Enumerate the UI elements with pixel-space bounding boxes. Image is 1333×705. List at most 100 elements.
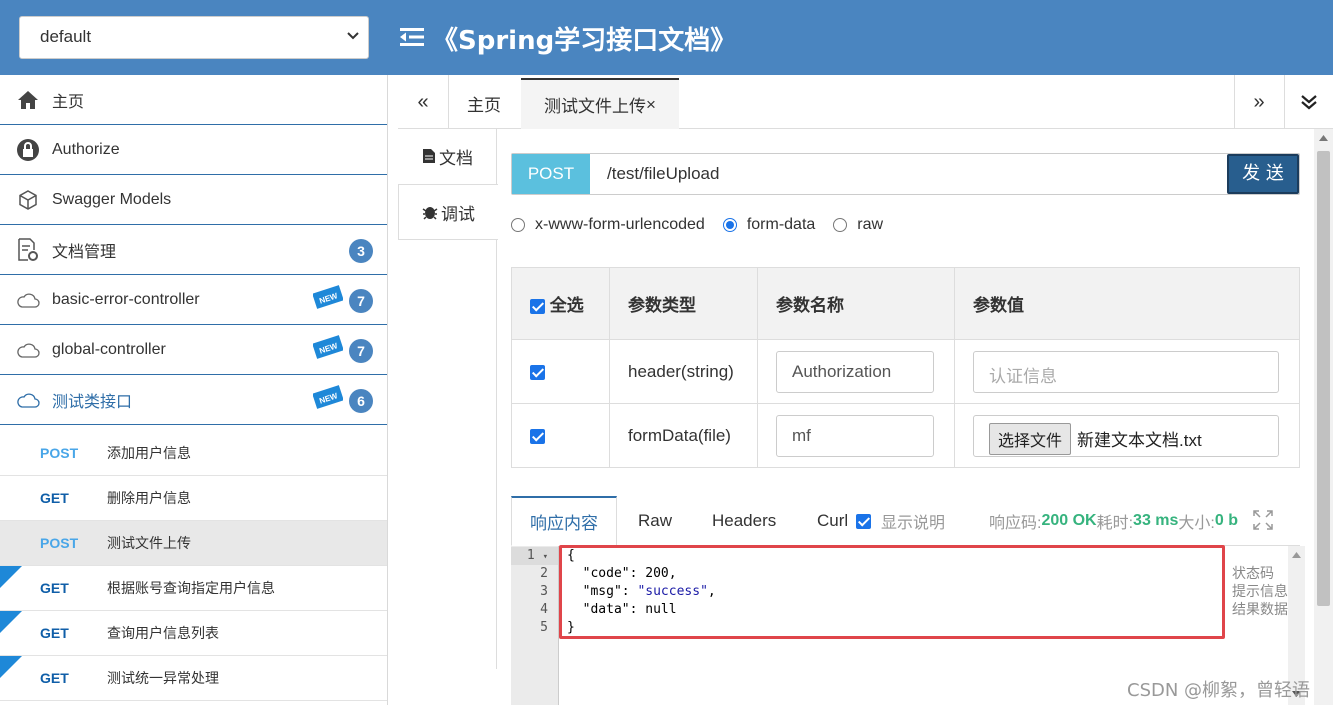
col-select-all[interactable]: 全选	[511, 267, 610, 340]
api-item-file-upload[interactable]: POST 测试文件上传	[0, 521, 387, 566]
line-number: 2	[540, 566, 548, 581]
api-item-user-list[interactable]: GET 查询用户信息列表	[0, 611, 387, 656]
content-type-radios: x-www-form-urlencoded form-data raw	[511, 216, 901, 234]
api-item-query-user[interactable]: GET 根据账号查询指定用户信息	[0, 566, 387, 611]
tab-more-button[interactable]	[1284, 75, 1333, 129]
radio-label: form-data	[746, 216, 816, 233]
sidebar-item-doc-manage[interactable]: 文档管理 3	[0, 225, 387, 275]
sidebar-item-global-controller[interactable]: global-controller NEW 7	[0, 325, 387, 375]
param-type: formData(file)	[609, 403, 758, 468]
cube-icon	[16, 188, 40, 212]
tab-raw[interactable]: Raw	[638, 496, 672, 546]
table-row: formData(file) mf 选择文件 新建文本文档.txt	[511, 403, 1300, 468]
column-header: 参数值	[954, 267, 1300, 340]
sidebar-item-home[interactable]: 主页	[0, 75, 387, 125]
watermark: CSDN @柳絮，曾轻语	[1127, 680, 1311, 701]
file-name: 新建文本文档.txt	[1077, 430, 1202, 450]
tab-close-button[interactable]: ×	[646, 95, 656, 115]
line-number: 3	[540, 584, 548, 599]
sidebar-item-authorize[interactable]: Authorize	[0, 125, 387, 175]
page-scrollbar[interactable]	[1314, 129, 1333, 705]
radio-dot[interactable]	[722, 218, 737, 232]
sidebar-item-swagger-models[interactable]: Swagger Models	[0, 175, 387, 225]
scroll-thumb[interactable]	[1317, 151, 1330, 606]
radio-raw[interactable]: raw	[833, 216, 883, 234]
doc-debug-tabs: 文档 调试	[398, 129, 498, 669]
field-notes: 状态码 提示信息 结果数据	[1232, 564, 1288, 618]
tab-bar: « 主页 测试文件上传 × »	[398, 75, 1333, 129]
param-name-input[interactable]: Authorization	[776, 350, 934, 393]
sidebar-item-label: 文档管理	[52, 243, 117, 261]
new-corner-icon	[0, 656, 22, 678]
api-method: POST	[40, 445, 79, 461]
api-item-exception-test[interactable]: GET 测试统一异常处理	[0, 656, 387, 701]
sidebar-item-label: global-controller	[52, 340, 166, 358]
group-select[interactable]: default	[19, 16, 369, 59]
choose-file-button[interactable]: 选择文件	[989, 422, 1072, 455]
radio-form-data[interactable]: form-data	[722, 216, 816, 234]
line-number: 1 ▾	[511, 547, 558, 565]
api-item-add-user[interactable]: POST 添加用户信息	[0, 431, 387, 476]
api-method: GET	[40, 670, 69, 686]
tab-home[interactable]: 主页	[454, 78, 514, 129]
api-method: POST	[40, 535, 79, 551]
row-checkbox[interactable]	[530, 364, 545, 380]
row-checkbox[interactable]	[530, 428, 545, 444]
size-value: 0 b	[1214, 512, 1238, 529]
tab-doc[interactable]: 文档	[398, 129, 497, 183]
radio-dot[interactable]	[833, 218, 848, 232]
api-cloud-icon	[16, 388, 40, 412]
tab-next-button[interactable]: »	[1234, 75, 1284, 129]
tab-file-upload[interactable]: 测试文件上传 ×	[521, 78, 679, 129]
row-checkbox-cell	[511, 403, 610, 468]
app-title: 《Spring学习接口文档》	[432, 26, 737, 56]
radio-urlencoded[interactable]: x-www-form-urlencoded	[511, 216, 705, 234]
sidebar-item-basic-error-controller[interactable]: basic-error-controller NEW 7	[0, 275, 387, 325]
api-item-delete-user[interactable]: GET 删除用户信息	[0, 476, 387, 521]
tab-debug[interactable]: 调试	[398, 184, 498, 240]
code-value: 200 OK	[1041, 512, 1097, 529]
send-button[interactable]: 发 送	[1227, 154, 1299, 194]
radio-dot[interactable]	[511, 218, 525, 232]
request-url-bar: POST /test/fileUpload 发 送	[511, 153, 1300, 195]
menu-collapse-icon[interactable]	[400, 26, 424, 48]
show-desc-toggle[interactable]: 显示说明	[856, 496, 945, 546]
url-input[interactable]: /test/fileUpload	[607, 164, 719, 184]
file-input[interactable]: 选择文件 新建文本文档.txt	[973, 414, 1279, 457]
table-header-row: 全选 参数类型 参数名称 参数值	[511, 267, 1300, 340]
param-name-cell: Authorization	[757, 339, 955, 404]
response-meta: 响应码: 200 OK 耗时: 33 ms 大小: 0 b	[989, 496, 1238, 546]
double-chevron-down-icon	[1301, 95, 1317, 110]
api-cloud-icon	[16, 338, 40, 362]
param-value-input[interactable]: 认证信息	[973, 350, 1279, 393]
api-label: 根据账号查询指定用户信息	[107, 580, 275, 596]
home-icon	[16, 88, 40, 112]
api-method: GET	[40, 625, 69, 641]
sidebar-item-label: Authorize	[52, 140, 120, 158]
doc-settings-icon	[16, 237, 40, 262]
line-gutter: 1 ▾ 2 3 4 5	[511, 546, 559, 705]
bug-icon	[422, 207, 438, 220]
param-name-input[interactable]: mf	[776, 414, 934, 457]
tab-label: 调试	[441, 204, 475, 224]
response-tabs: 响应内容 Raw Headers Curl 显示说明 响应码: 200 OK 耗时…	[511, 496, 1300, 546]
show-desc-label: 显示说明	[881, 515, 946, 532]
tab-response-content[interactable]: 响应内容	[511, 496, 617, 546]
table-row: header(string) Authorization 认证信息	[511, 339, 1300, 404]
api-label: 测试统一异常处理	[107, 670, 219, 686]
fullscreen-icon[interactable]	[1253, 510, 1273, 530]
lock-icon	[16, 138, 40, 162]
tab-prev-button[interactable]: «	[398, 75, 448, 129]
tab-curl[interactable]: Curl	[817, 496, 848, 546]
select-all-checkbox[interactable]	[530, 299, 545, 315]
show-desc-checkbox[interactable]	[856, 513, 871, 529]
scroll-up-icon[interactable]	[1319, 135, 1328, 141]
new-tag-icon: NEW	[313, 335, 343, 359]
column-header: 全选	[549, 296, 584, 315]
sidebar-item-test-api[interactable]: 测试类接口 NEW 6	[0, 375, 387, 425]
api-label: 添加用户信息	[107, 445, 191, 461]
line-number: 5	[540, 620, 548, 635]
tab-headers[interactable]: Headers	[712, 496, 776, 546]
scroll-up-icon[interactable]	[1292, 552, 1301, 558]
line-number: 4	[540, 602, 548, 617]
